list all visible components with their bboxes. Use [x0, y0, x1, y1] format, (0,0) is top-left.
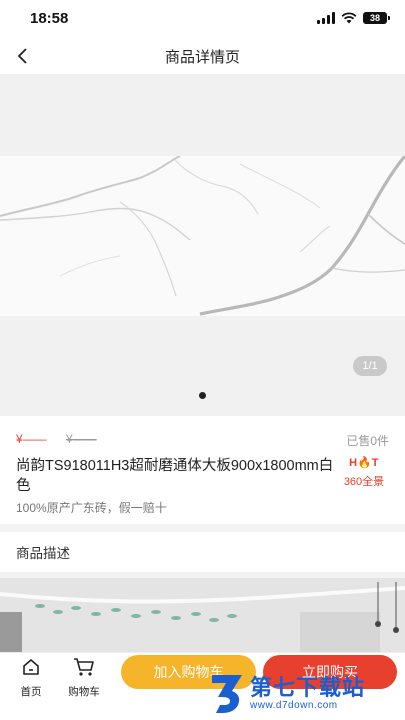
- product-title: 尚韵TS918011H3超耐磨通体大板900x1800mm白色: [16, 458, 334, 494]
- panorama-360-button[interactable]: H🔥T 360全景: [339, 456, 389, 489]
- nav-bar: 商品详情页: [0, 38, 405, 74]
- tab-cart-label: 购物车: [68, 686, 100, 698]
- status-icons: 38: [317, 12, 390, 24]
- product-image-carousel[interactable]: 1/1: [0, 74, 405, 416]
- product-info: ¥—— ¥—— 已售0件 尚韵TS918011H3超耐磨通体大板900x1800…: [0, 416, 405, 524]
- panorama-label: 360全景: [343, 476, 385, 488]
- hot-icon: H🔥T: [349, 457, 379, 469]
- status-time: 18:58: [30, 10, 69, 27]
- description-heading: 商品描述: [0, 532, 405, 570]
- sold-count: 已售0件: [346, 434, 389, 448]
- tab-home-label: 首页: [20, 686, 42, 698]
- tab-cart[interactable]: 购物车: [59, 657, 109, 699]
- signal-icon: [317, 12, 335, 24]
- page-title: 商品详情页: [164, 49, 240, 66]
- cart-icon: [74, 658, 94, 676]
- site-watermark: 第七下载站 www.d7down.com: [208, 667, 403, 719]
- wifi-icon: [341, 12, 357, 24]
- watermark-main-text: 第七下载站: [250, 674, 366, 700]
- price-row: ¥—— ¥—— 已售0件: [16, 432, 389, 448]
- product-image: [0, 154, 405, 316]
- image-page-indicator: 1/1: [353, 356, 387, 376]
- battery-icon: 38: [363, 12, 390, 24]
- section-divider: [0, 524, 405, 532]
- watermark-url: www.d7down.com: [250, 699, 338, 711]
- current-price: ¥——: [16, 432, 47, 446]
- watermark-text: 第七下载站 www.d7down.com: [250, 674, 366, 711]
- watermark-logo-icon: [212, 675, 242, 713]
- tab-home[interactable]: 首页: [6, 657, 56, 699]
- original-price: ¥——: [66, 432, 97, 446]
- description-image: [0, 572, 405, 652]
- battery-level: 38: [369, 13, 380, 23]
- carousel-dot: [199, 392, 206, 399]
- product-subtitle: 100%原产广东砖，假一赔十: [16, 501, 167, 515]
- status-bar: 18:58 38: [0, 0, 405, 38]
- home-icon: [23, 659, 39, 675]
